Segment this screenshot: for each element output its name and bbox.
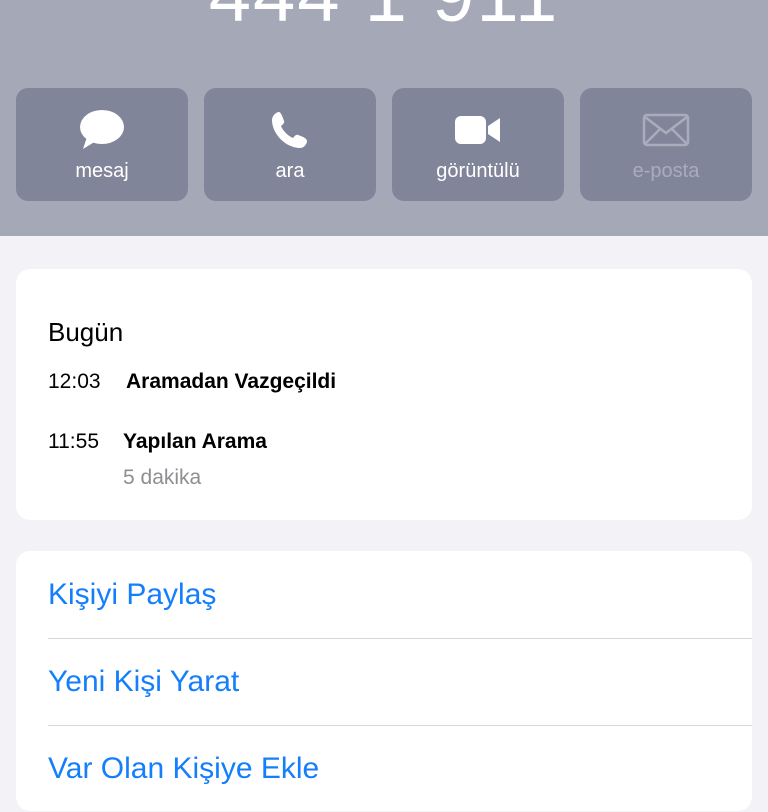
message-button-label: mesaj: [75, 160, 129, 182]
call-description: Yapılan Arama: [123, 430, 267, 453]
video-button[interactable]: görüntülü: [392, 88, 564, 201]
message-bubble-icon: [16, 108, 188, 152]
phone-number: 444 1 911: [0, 0, 768, 34]
call-button[interactable]: ara: [204, 88, 376, 201]
call-time: 12:03: [48, 370, 101, 393]
call-time: 11:55: [48, 430, 99, 453]
video-camera-icon: [392, 108, 564, 152]
contact-actions-card: Kişiyi Paylaş Yeni Kişi Yarat Var Olan K…: [16, 551, 752, 811]
email-button-label: e-posta: [632, 160, 700, 182]
create-new-contact-button[interactable]: Yeni Kişi Yarat: [48, 638, 752, 726]
call-button-label: ara: [275, 160, 305, 182]
phone-icon: [204, 108, 376, 152]
recent-calls-title: Bugün: [48, 317, 124, 347]
recent-calls-card: Bugün 12:03 Aramadan Vazgeçildi 11:55 Ya…: [16, 269, 752, 520]
video-button-label: görüntülü: [436, 160, 520, 182]
envelope-icon: [580, 108, 752, 152]
contact-header: 444 1 911 mesaj ara görüntülü: [0, 0, 768, 236]
call-duration: 5 dakika: [123, 466, 202, 489]
email-button[interactable]: e-posta: [580, 88, 752, 201]
add-to-existing-contact-button[interactable]: Var Olan Kişiye Ekle: [48, 725, 752, 812]
call-description: Aramadan Vazgeçildi: [126, 370, 337, 393]
share-contact-button[interactable]: Kişiyi Paylaş: [48, 551, 752, 639]
message-button[interactable]: mesaj: [16, 88, 188, 201]
